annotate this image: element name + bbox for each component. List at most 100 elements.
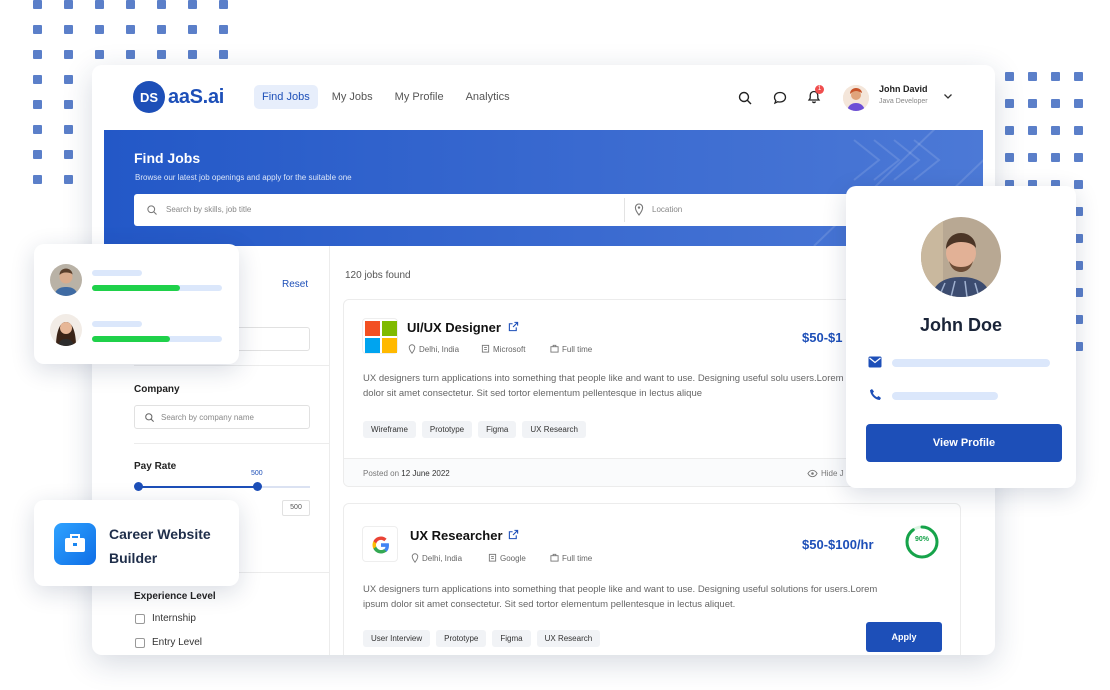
- search-icon[interactable]: [737, 90, 753, 106]
- progress-bar-fill: [92, 285, 181, 291]
- job-tag[interactable]: Wireframe: [363, 421, 416, 438]
- skills-search-input[interactable]: Search by skills, job title: [166, 205, 251, 214]
- job-tag[interactable]: Prototype: [421, 421, 473, 438]
- nav-analytics[interactable]: Analytics: [458, 85, 518, 109]
- name-placeholder-bar: [92, 321, 142, 327]
- pay-rate-label: Pay Rate: [134, 461, 177, 472]
- decorative-dot: [64, 125, 73, 134]
- decorative-dot: [33, 0, 42, 9]
- match-score-ring: 90%: [904, 524, 940, 560]
- view-profile-button[interactable]: View Profile: [866, 424, 1062, 462]
- brand-logo[interactable]: DS aaS.ai: [133, 81, 224, 113]
- pay-rate-max-handle[interactable]: [253, 482, 262, 491]
- job-type: Full time: [562, 345, 593, 354]
- pay-rate-min-handle[interactable]: [134, 482, 143, 491]
- job-tag[interactable]: Prototype: [436, 630, 487, 647]
- location-pin-icon: [634, 203, 644, 216]
- briefcase-icon: [550, 553, 559, 562]
- main-nav: Find Jobs My Jobs My Profile Analytics: [254, 85, 518, 109]
- hero-title: Find Jobs: [134, 150, 201, 166]
- decorative-dot: [157, 25, 166, 34]
- user-role: Java Developer: [879, 98, 928, 105]
- career-website-builder-card[interactable]: Career Website Builder: [34, 500, 239, 586]
- decorative-dot: [33, 100, 42, 109]
- decorative-dot: [219, 25, 228, 34]
- microsoft-logo-icon: [365, 321, 397, 353]
- decorative-dot: [95, 0, 104, 9]
- chevron-down-icon[interactable]: [942, 90, 954, 102]
- logo-badge: DS: [133, 81, 165, 113]
- nav-my-profile[interactable]: My Profile: [387, 85, 452, 109]
- team-member-photo: [50, 264, 82, 296]
- job-location: Delhi, India: [422, 554, 463, 563]
- decorative-dot: [33, 50, 42, 59]
- google-logo: [362, 526, 398, 562]
- search-divider: [624, 198, 625, 222]
- hero-subtitle: Browse our latest job openings and apply…: [135, 173, 352, 182]
- decorative-dot: [219, 0, 228, 9]
- job-title[interactable]: UI/UX Designer: [407, 320, 501, 335]
- nav-find-jobs[interactable]: Find Jobs: [254, 85, 318, 109]
- job-salary: $50-$1: [802, 330, 843, 345]
- decorative-dot: [1051, 72, 1060, 81]
- decorative-dot: [126, 25, 135, 34]
- decorative-dot: [95, 25, 104, 34]
- job-location: Delhi, India: [419, 345, 460, 354]
- decorative-dot: [1005, 99, 1014, 108]
- external-link-icon[interactable]: [508, 529, 519, 540]
- decorative-dot: [1005, 153, 1014, 162]
- location-input[interactable]: Location: [652, 205, 682, 214]
- mail-icon: [868, 356, 882, 368]
- location-pin-icon: [408, 344, 416, 354]
- job-tag[interactable]: User Interview: [363, 630, 431, 647]
- internship-label: Internship: [152, 613, 196, 624]
- search-icon: [147, 205, 157, 215]
- company-search-input[interactable]: Search by company name: [134, 405, 310, 429]
- progress-bar-track: [92, 285, 222, 291]
- decorative-dot: [33, 125, 42, 134]
- decorative-dot: [1051, 99, 1060, 108]
- posted-date-value: 12 June 2022: [401, 469, 450, 478]
- job-search-bar: Search by skills, job title Location: [134, 194, 874, 226]
- user-avatar[interactable]: [843, 85, 869, 111]
- logo-text: aaS.ai: [168, 85, 225, 108]
- nav-my-jobs[interactable]: My Jobs: [324, 85, 381, 109]
- decorative-dot: [1074, 180, 1083, 189]
- external-link-icon[interactable]: [508, 321, 519, 332]
- profile-card: John Doe View Profile: [846, 186, 1076, 488]
- eye-icon: [807, 469, 818, 478]
- job-tag[interactable]: Figma: [478, 421, 517, 438]
- job-title[interactable]: UX Researcher: [410, 528, 503, 543]
- pay-rate-value: 500: [251, 470, 263, 477]
- job-tag[interactable]: Figma: [492, 630, 531, 647]
- phone-placeholder-bar: [892, 392, 998, 400]
- decorative-dot: [33, 175, 42, 184]
- decorative-dot: [188, 25, 197, 34]
- posted-prefix: Posted on: [363, 469, 400, 478]
- decorative-dot: [33, 150, 42, 159]
- briefcase-icon: [550, 344, 559, 353]
- internship-checkbox[interactable]: [135, 614, 145, 624]
- pay-rate-max-box[interactable]: 500: [282, 500, 310, 516]
- search-icon: [145, 413, 154, 422]
- entry-level-checkbox[interactable]: [135, 638, 145, 648]
- job-tag[interactable]: UX Research: [536, 630, 601, 647]
- microsoft-logo: [362, 318, 398, 354]
- decorative-dot: [64, 150, 73, 159]
- career-website-title: Career Website Builder: [109, 522, 211, 570]
- apply-button[interactable]: Apply: [866, 622, 942, 652]
- decorative-dot: [33, 75, 42, 84]
- hide-job-button[interactable]: Hide J: [821, 469, 844, 478]
- job-company: Microsoft: [493, 345, 526, 354]
- decorative-dot: [188, 0, 197, 9]
- reset-filters-link[interactable]: Reset: [282, 279, 308, 290]
- job-description: UX designers turn applications into some…: [363, 373, 872, 399]
- career-website-line2: Builder: [109, 550, 158, 566]
- chat-icon[interactable]: [772, 90, 788, 106]
- job-tag[interactable]: UX Research: [522, 421, 586, 438]
- profile-photo-image: [921, 217, 1001, 297]
- pay-rate-slider[interactable]: [134, 482, 310, 491]
- decorative-dot: [219, 50, 228, 59]
- decorative-dot: [1005, 72, 1014, 81]
- job-card[interactable]: UX Researcher Delhi, India Google Full t…: [343, 503, 961, 655]
